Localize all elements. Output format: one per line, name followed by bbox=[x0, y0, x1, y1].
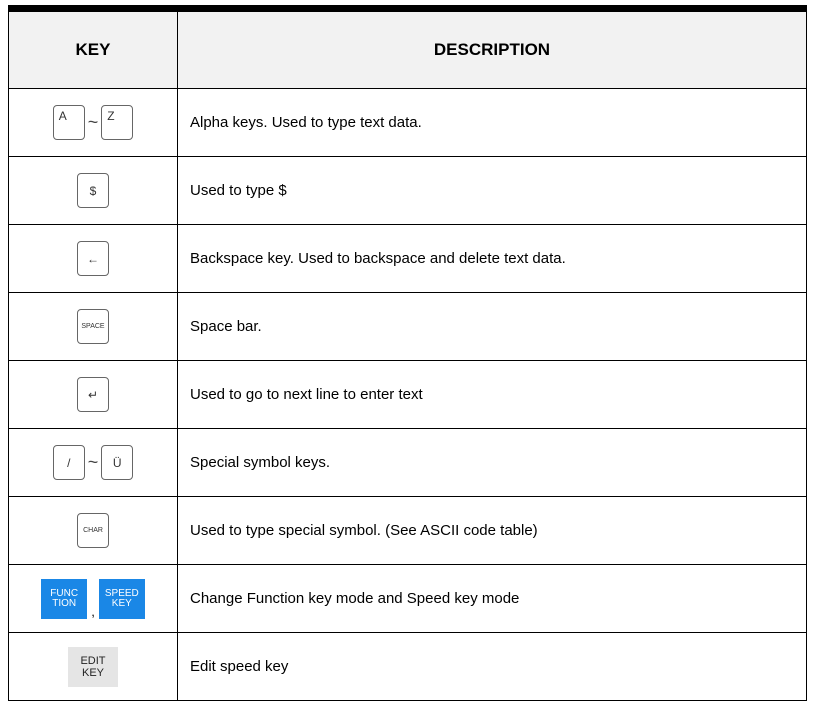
key-table-container: KEY DESCRIPTION A ~ Z Alpha keys. Used t… bbox=[8, 5, 807, 701]
key-separator: , bbox=[91, 603, 95, 619]
table-row: ← Backspace key. Used to backspace and d… bbox=[8, 224, 807, 293]
description-cell: Backspace key. Used to backspace and del… bbox=[177, 224, 807, 293]
key-cell: / ~ Ü bbox=[8, 428, 178, 497]
header-row: KEY DESCRIPTION bbox=[8, 11, 807, 89]
key-cell: A ~ Z bbox=[8, 88, 178, 157]
speed-key-label: SPEED KEY bbox=[104, 587, 139, 609]
table-row: $ Used to type $ bbox=[8, 156, 807, 225]
key-cell: CHAR bbox=[8, 496, 178, 565]
table-row: CHAR Used to type special symbol. (See A… bbox=[8, 496, 807, 565]
range-tilde: ~ bbox=[87, 112, 99, 132]
function-key-label: FUNC TION bbox=[50, 587, 79, 609]
description-cell: Used to type special symbol. (See ASCII … bbox=[177, 496, 807, 565]
key-z: Z bbox=[101, 105, 134, 140]
edit-key: EDIT KEY bbox=[68, 646, 118, 687]
space-key: SPACE bbox=[77, 309, 109, 344]
description-cell: Edit speed key bbox=[177, 632, 807, 701]
key-description-table: KEY DESCRIPTION A ~ Z Alpha keys. Used t… bbox=[8, 11, 807, 701]
edit-key-label: EDIT KEY bbox=[80, 654, 106, 679]
range-tilde: ~ bbox=[87, 452, 99, 472]
key-a: A bbox=[52, 105, 85, 140]
enter-key-icon: ↵ bbox=[77, 377, 109, 412]
table-row: ↵ Used to go to next line to enter text bbox=[8, 360, 807, 429]
description-cell: Alpha keys. Used to type text data. bbox=[177, 88, 807, 157]
table-row: EDIT KEY Edit speed key bbox=[8, 632, 807, 701]
description-cell: Used to type $ bbox=[177, 156, 807, 225]
description-cell: Special symbol keys. bbox=[177, 428, 807, 497]
description-cell: Space bar. bbox=[177, 292, 807, 361]
key-cell: EDIT KEY bbox=[8, 632, 178, 701]
description-cell: Change Function key mode and Speed key m… bbox=[177, 564, 807, 633]
description-cell: Used to go to next line to enter text bbox=[177, 360, 807, 429]
key-cell: ← bbox=[8, 224, 178, 293]
table-row: SPACE Space bar. bbox=[8, 292, 807, 361]
u-umlaut-key: Ü bbox=[101, 445, 134, 480]
key-header: KEY bbox=[8, 11, 178, 89]
key-cell: FUNC TION , SPEED KEY bbox=[8, 564, 178, 633]
slash-key: / bbox=[52, 445, 85, 480]
key-cell: SPACE bbox=[8, 292, 178, 361]
char-key: CHAR bbox=[77, 513, 109, 548]
key-cell: ↵ bbox=[8, 360, 178, 429]
key-cell: $ bbox=[8, 156, 178, 225]
table-row: / ~ Ü Special symbol keys. bbox=[8, 428, 807, 497]
speed-key: SPEED KEY bbox=[98, 578, 145, 619]
table-row: FUNC TION , SPEED KEY Change Function ke… bbox=[8, 564, 807, 633]
backspace-key-icon: ← bbox=[77, 241, 109, 276]
table-row: A ~ Z Alpha keys. Used to type text data… bbox=[8, 88, 807, 157]
dollar-key: $ bbox=[77, 173, 109, 208]
function-key: FUNC TION bbox=[41, 578, 88, 619]
description-header: DESCRIPTION bbox=[177, 11, 807, 89]
